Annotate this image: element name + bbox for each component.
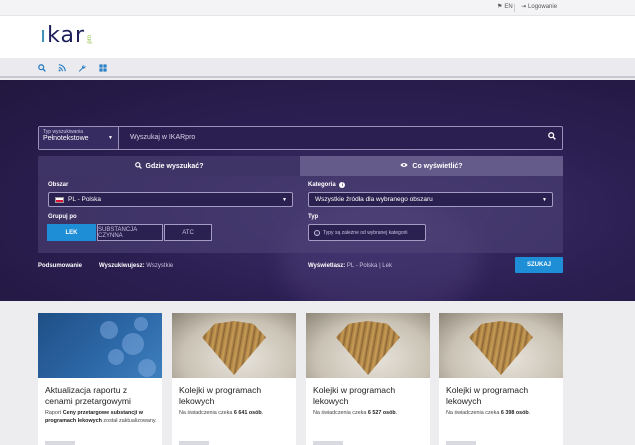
card-image (439, 313, 563, 378)
chevron-down-icon: ▼ (542, 197, 547, 203)
search-icon (134, 161, 142, 171)
search-icon[interactable] (548, 132, 556, 142)
top-bar: ⚑ EN ⇥ Logowanie (0, 0, 635, 16)
news-card[interactable]: Kolejki w programach lekowych Na świadcz… (172, 313, 296, 445)
nav-bar (0, 58, 635, 78)
group-option-atc[interactable]: ATC (164, 224, 212, 241)
card-image (38, 313, 162, 378)
banknotes-shape (202, 321, 266, 375)
pill-shape (108, 349, 124, 365)
search-type-select[interactable]: Typ wyszukiwania Pełnotekstowe ▼ (39, 127, 119, 149)
card-description: Na świadczenia czeka 6 398 osób. (446, 410, 531, 416)
login-link[interactable]: ⇥ Logowanie (521, 3, 558, 11)
card-title: Aktualizacja raportu z cenami przetargow… (45, 385, 131, 406)
search-bar: Typ wyszukiwania Pełnotekstowe ▼ Wyszuka… (38, 126, 563, 150)
pill-shape (138, 359, 156, 377)
wrench-icon[interactable] (76, 62, 88, 74)
options-tabs: Gdzie wyszukać? Co wyświetlić? (38, 156, 563, 176)
category-label: Kategoria i (308, 182, 346, 188)
card-title: Kolejki w programach lekowych (446, 385, 529, 406)
pill-shape (134, 317, 148, 331)
card-title: Kolejki w programach lekowych (313, 385, 396, 406)
area-select[interactable]: PL - Polska ▼ (48, 192, 293, 207)
search-submit-button[interactable]: SZUKAJ (515, 257, 563, 273)
pill-shape (100, 321, 118, 339)
header: ıikarkar pro (0, 16, 635, 58)
type-select[interactable]: i Typy są zależne od wybranej kategorii (308, 224, 426, 241)
search-hero: Typ wyszukiwania Pełnotekstowe ▼ Wyszuka… (0, 80, 635, 301)
category-value: Wszystkie źródła dla wybranego obszaru (315, 196, 433, 203)
news-card[interactable]: Kolejki w programach lekowych Na świadcz… (306, 313, 430, 445)
banknotes-shape (336, 321, 400, 375)
pill-shape (122, 333, 144, 355)
rss-icon[interactable] (56, 62, 68, 74)
logo[interactable]: ıikarkar pro (40, 25, 93, 47)
logo-text: ıikarkar (40, 23, 86, 48)
card-image (306, 313, 430, 378)
login-label: Logowanie (528, 3, 558, 10)
card-title: Kolejki w programach lekowych (179, 385, 262, 406)
tab-where[interactable]: Gdzie wyszukać? (38, 156, 300, 176)
chevron-down-icon: ▼ (282, 197, 287, 203)
type-label: Typ (308, 214, 319, 220)
card-description: Na świadczenia czeka 6 641 osób. (179, 410, 264, 416)
summary-show: Wyświetlasz: PL - Polska | Lek (308, 263, 392, 269)
language-switch[interactable]: ⚑ EN (497, 3, 513, 11)
area-label: Obszar (48, 182, 69, 188)
card-link[interactable] (179, 441, 209, 445)
logo-sub: pro (87, 35, 94, 44)
divider (514, 4, 515, 12)
card-link[interactable] (45, 441, 75, 445)
banknotes-shape (469, 321, 533, 375)
news-card[interactable]: Aktualizacja raportu z cenami przetargow… (38, 313, 162, 445)
group-option-lek[interactable]: LEK (47, 224, 96, 241)
news-card[interactable]: Kolejki w programach lekowych Na świadcz… (439, 313, 563, 445)
category-select[interactable]: Wszystkie źródła dla wybranego obszaru ▼ (308, 192, 553, 207)
search-type-value: Pełnotekstowe (43, 135, 89, 142)
info-icon: i (314, 229, 320, 236)
group-label: Grupuj po (48, 214, 77, 220)
tab-what[interactable]: Co wyświetlić? (300, 156, 563, 176)
language-label: EN (504, 3, 513, 10)
summary-title: Podsumowanie (38, 263, 83, 269)
area-value: PL - Polska (68, 196, 101, 203)
type-hint: Typy są zależne od wybranej kategorii (323, 229, 408, 236)
search-input[interactable]: Wyszukaj w IKARpro (130, 134, 195, 141)
flag-icon: ⚑ (497, 4, 503, 10)
chevron-down-icon: ▼ (108, 135, 113, 141)
tab-what-label: Co wyświetlić? (412, 162, 463, 170)
login-icon: ⇥ (521, 4, 527, 10)
summary-search: Wyszukiwujesz: Wszystkie (99, 263, 174, 269)
flag-icon (55, 196, 64, 203)
card-link[interactable] (313, 441, 343, 445)
card-link[interactable] (446, 441, 476, 445)
search-icon[interactable] (36, 62, 48, 74)
info-icon[interactable]: i (339, 182, 346, 188)
eye-icon (400, 162, 409, 170)
group-option-substancja[interactable]: SUBSTANCJA CZYNNA (97, 224, 163, 241)
card-description: Raport Ceny przetargowe substancji w pro… (45, 410, 157, 424)
card-description: Na świadczenia czeka 6 527 osób. (313, 410, 398, 416)
card-image (172, 313, 296, 378)
grid-icon[interactable] (97, 62, 109, 74)
tab-where-label: Gdzie wyszukać? (145, 162, 204, 170)
